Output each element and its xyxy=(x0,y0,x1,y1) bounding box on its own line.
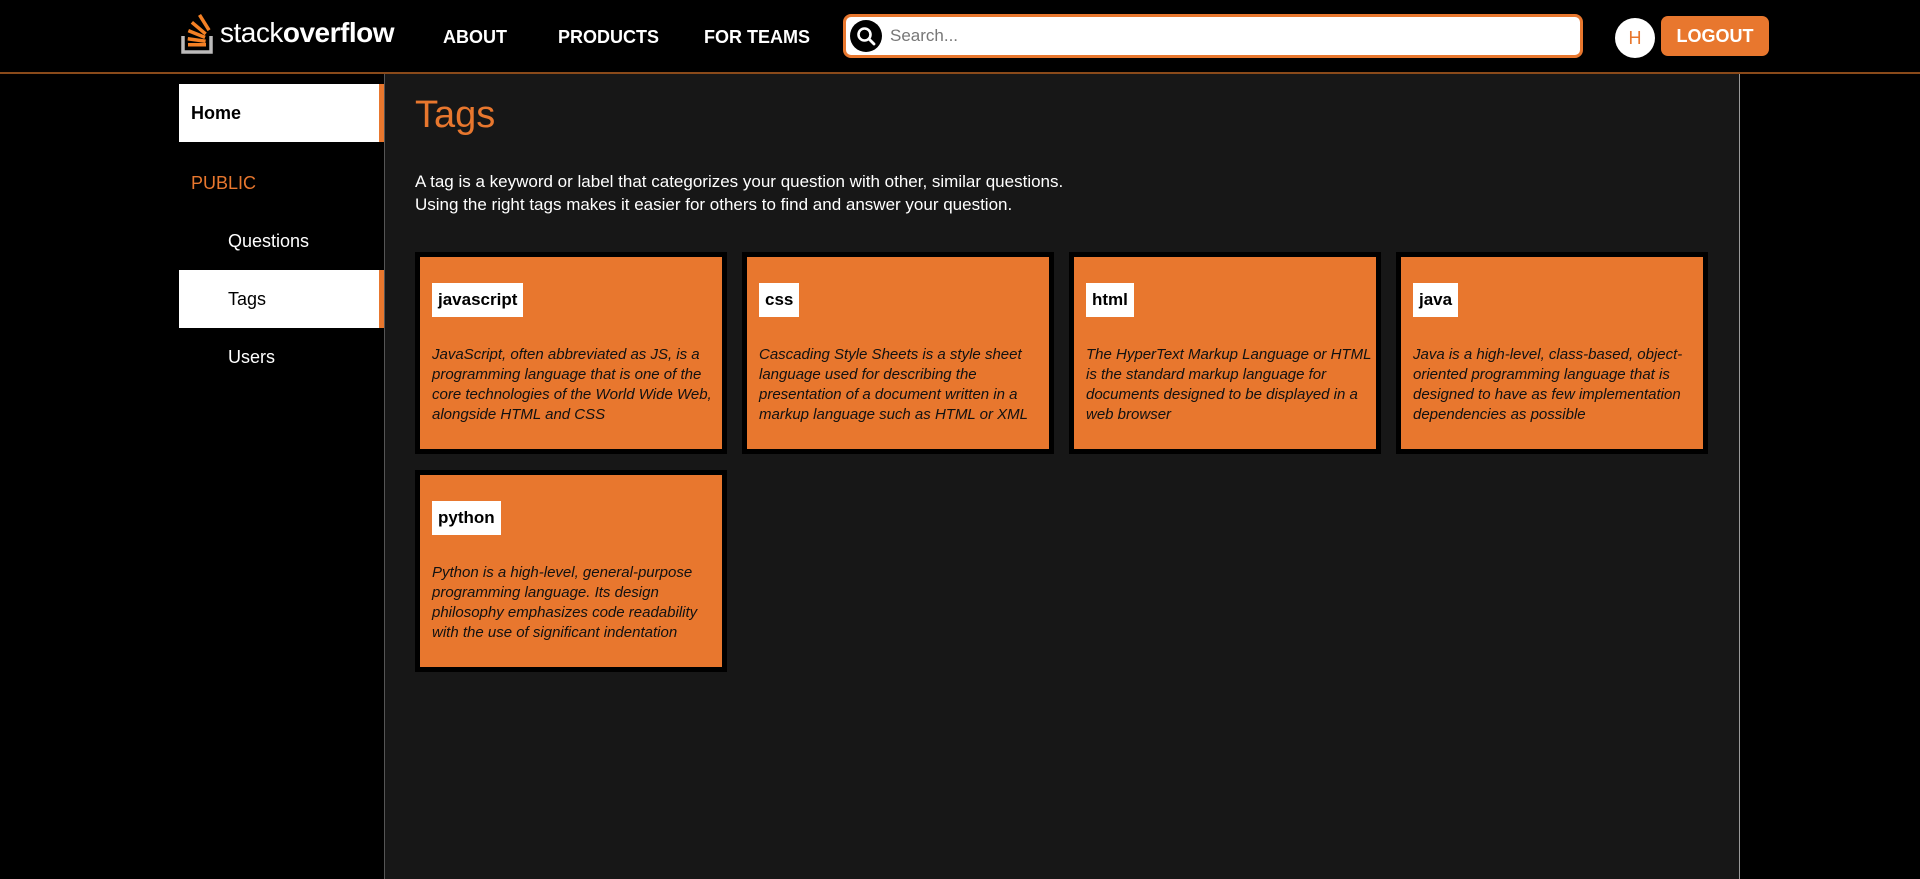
tag-name[interactable]: html xyxy=(1086,283,1134,317)
sidebar-item-home[interactable]: Home xyxy=(179,84,384,142)
logout-button[interactable]: LOGOUT xyxy=(1661,16,1769,56)
main-content: Tags A tag is a keyword or label that ca… xyxy=(384,74,1740,879)
sidebar-item-questions[interactable]: Questions xyxy=(179,212,384,270)
tag-card-html[interactable]: html The HyperText Markup Language or HT… xyxy=(1069,252,1381,454)
sidebar-item-tags[interactable]: Tags xyxy=(179,270,384,328)
nav-about-link[interactable]: ABOUT xyxy=(443,0,507,74)
tag-name[interactable]: java xyxy=(1413,283,1459,317)
tag-description: JavaScript, often abbreviated as JS, is … xyxy=(432,346,712,423)
tag-name[interactable]: python xyxy=(432,501,501,535)
tag-card-python[interactable]: python Python is a high-level, general-p… xyxy=(415,470,727,672)
search-input[interactable] xyxy=(888,25,1552,47)
tag-card-css[interactable]: css Cascading Style Sheets is a style sh… xyxy=(742,252,1054,454)
page-title: Tags xyxy=(415,94,496,136)
left-sidebar: Home PUBLIC Questions Tags Users xyxy=(179,74,384,879)
tag-description: Java is a high-level, class-based, objec… xyxy=(1413,346,1683,423)
tags-grid: javascript JavaScript, often abbreviated… xyxy=(415,252,1708,672)
tag-card-javascript[interactable]: javascript JavaScript, often abbreviated… xyxy=(415,252,727,454)
stackoverflow-logo[interactable]: stackoverflow xyxy=(180,10,395,56)
description-line: A tag is a keyword or label that categor… xyxy=(415,172,1064,191)
logo-text-bold: overflow xyxy=(282,17,395,48)
page-description: A tag is a keyword or label that categor… xyxy=(415,170,1315,216)
top-navbar: stackoverflow ABOUT PRODUCTS FOR TEAMS H… xyxy=(0,0,1920,74)
sidebar-item-users[interactable]: Users xyxy=(179,328,384,386)
tag-name[interactable]: javascript xyxy=(432,283,524,317)
tag-card-java[interactable]: java Java is a high-level, class-based, … xyxy=(1396,252,1708,454)
logo-text: stackoverflow xyxy=(220,17,395,49)
sidebar-section-public: PUBLIC xyxy=(191,172,257,193)
stackoverflow-logo-icon xyxy=(181,14,213,54)
nav-products-link[interactable]: PRODUCTS xyxy=(558,0,659,74)
logo-text-light: stack xyxy=(220,17,283,48)
tag-description: Cascading Style Sheets is a style sheet … xyxy=(759,346,1029,423)
nav-for-teams-link[interactable]: FOR TEAMS xyxy=(704,0,810,74)
tag-description: Python is a high-level, general-purpose … xyxy=(432,564,698,641)
user-avatar[interactable]: H xyxy=(1615,18,1655,58)
tag-name[interactable]: css xyxy=(759,283,800,317)
tag-description: The HyperText Markup Language or HTML is… xyxy=(1086,346,1372,423)
description-line: Using the right tags makes it easier for… xyxy=(415,195,1013,214)
search-bar xyxy=(843,14,1583,58)
search-icon[interactable] xyxy=(850,20,882,52)
